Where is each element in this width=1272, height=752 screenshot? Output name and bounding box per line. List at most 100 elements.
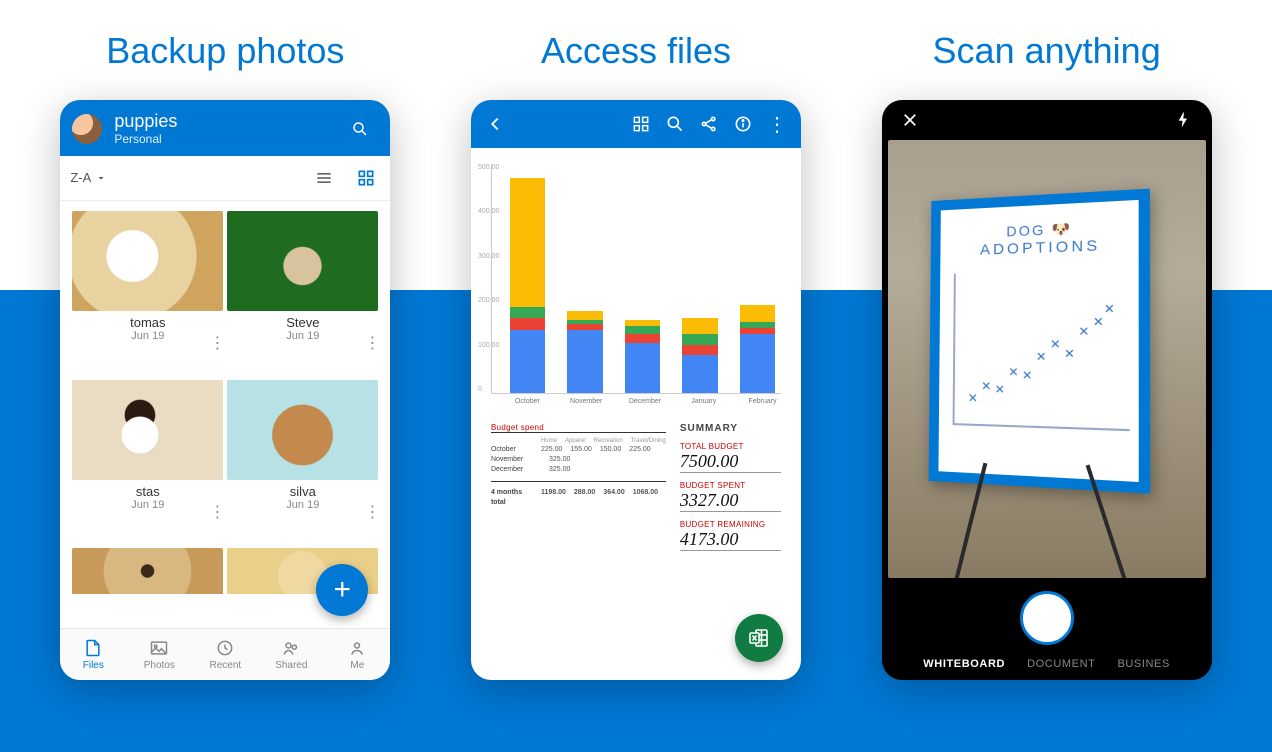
x-label: December [627, 398, 664, 405]
item-date: Jun 19 [72, 499, 223, 511]
chart-segment [625, 343, 660, 393]
close-icon[interactable] [896, 106, 924, 134]
more-icon[interactable]: ⋮ [209, 502, 225, 522]
photo-item[interactable]: stas Jun 19 ⋮ [72, 380, 223, 545]
bottom-nav: Files Photos Recent Shared Me [60, 628, 390, 680]
person-icon [347, 638, 367, 658]
sort-label: Z-A [70, 170, 91, 185]
chart-segment [510, 178, 545, 308]
list-toolbar: Z-A [60, 156, 390, 201]
tab-label: Me [350, 660, 364, 671]
flash-icon[interactable] [1170, 106, 1198, 134]
x-label: November [568, 398, 605, 405]
total-budget-label: TOTAL BUDGET [680, 442, 781, 451]
stacked-bar-chart: 500.00400.00300.00200.00100.000 [491, 164, 781, 394]
folder-title: puppies [114, 112, 177, 132]
more-icon[interactable]: ⋮ [364, 333, 380, 353]
summary-block: SUMMARY TOTAL BUDGET 7500.00 BUDGET SPEN… [680, 423, 781, 551]
summary-heading: SUMMARY [680, 423, 781, 434]
photo-item[interactable] [72, 548, 223, 628]
grid-icon[interactable] [627, 110, 655, 138]
chart-segment [510, 330, 545, 393]
budget-spent-value: 3327.00 [680, 490, 781, 512]
item-date: Jun 19 [227, 330, 378, 342]
more-icon[interactable]: ⋮ [763, 110, 791, 138]
photo-item[interactable]: silva Jun 19 ⋮ [227, 380, 378, 545]
share-icon[interactable] [695, 110, 723, 138]
item-date: Jun 19 [227, 499, 378, 511]
photo-item[interactable]: Steve Jun 19 ⋮ [227, 211, 378, 376]
mode-whiteboard[interactable]: WHITEBOARD [923, 658, 1005, 670]
list-view-icon[interactable] [310, 164, 338, 192]
avatar[interactable] [72, 114, 102, 144]
y-axis-ticks: 500.00400.00300.00200.00100.000 [478, 164, 490, 393]
paw-icon: 🐶 [1051, 220, 1072, 238]
info-icon[interactable] [729, 110, 757, 138]
chart-segment [682, 345, 717, 355]
chart-segment [682, 355, 717, 393]
shutter-button[interactable] [1020, 591, 1074, 645]
more-icon[interactable]: ⋮ [209, 333, 225, 353]
add-button[interactable]: + [316, 564, 368, 616]
tab-photos[interactable]: Photos [126, 629, 192, 680]
chart-segment [510, 318, 545, 331]
item-name: stas [72, 484, 223, 499]
mode-business[interactable]: BUSINES [1117, 658, 1170, 670]
chart-segment [682, 334, 717, 344]
tab-label: Shared [275, 660, 307, 671]
chart-segment [567, 330, 602, 393]
chart-segment [740, 305, 775, 322]
tab-label: Photos [144, 660, 175, 671]
app-header: puppies Personal [60, 100, 390, 156]
chart-bar [625, 320, 660, 393]
search-icon[interactable] [661, 110, 689, 138]
tab-recent[interactable]: Recent [192, 629, 258, 680]
chevron-down-icon [95, 172, 107, 184]
budget-remaining-value: 4173.00 [680, 529, 781, 551]
open-in-excel-button[interactable] [735, 614, 783, 662]
thumbnail [227, 211, 378, 311]
chart-bar [740, 305, 775, 393]
x-label: January [685, 398, 722, 405]
headline-access: Access files [541, 30, 731, 72]
shutter-row [882, 578, 1212, 658]
chart-bar [510, 178, 545, 393]
sort-toggle[interactable]: Z-A [70, 170, 107, 185]
thumbnail [227, 380, 378, 480]
thumbnail [72, 548, 223, 594]
chart-segment [625, 326, 660, 334]
table-header: Budget spend [491, 423, 666, 433]
camera-viewport[interactable]: DOG 🐶 ADOPTIONS ✕ ✕ ✕ ✕ ✕ ✕ ✕ ✕ ✕ ✕ [888, 140, 1206, 578]
headline-scan: Scan anything [933, 30, 1161, 72]
phone-access-files: ⋮ 500.00400.00300.00200.00100.000 Octobe… [471, 100, 801, 680]
budget-spent-label: BUDGET SPENT [680, 481, 781, 490]
back-icon[interactable] [481, 110, 509, 138]
grid-view-icon[interactable] [352, 164, 380, 192]
item-name: tomas [72, 315, 223, 330]
people-icon [281, 638, 301, 658]
phone-backup-photos: puppies Personal Z-A [60, 100, 390, 680]
document-preview[interactable]: 500.00400.00300.00200.00100.000 October N… [471, 148, 801, 680]
chart-segment [740, 334, 775, 393]
tab-me[interactable]: Me [324, 629, 390, 680]
photo-icon [149, 638, 169, 658]
chart-segment [567, 311, 602, 319]
file-icon [83, 638, 103, 658]
whiteboard-plot: ✕ ✕ ✕ ✕ ✕ ✕ ✕ ✕ ✕ ✕ ✕ [952, 269, 1129, 431]
more-icon[interactable]: ⋮ [364, 502, 380, 522]
thumbnail [72, 380, 223, 480]
x-axis-labels: OctoberNovemberDecemberJanuaryFebruary [491, 398, 781, 405]
tab-files[interactable]: Files [60, 629, 126, 680]
chart-segment [682, 318, 717, 335]
chart-segment [625, 334, 660, 342]
x-label: October [509, 398, 546, 405]
budget-remaining-label: BUDGET REMAINING [680, 520, 781, 529]
total-budget-value: 7500.00 [680, 451, 781, 473]
search-icon[interactable] [346, 115, 374, 143]
mode-document[interactable]: DOCUMENT [1027, 658, 1095, 670]
photo-item[interactable]: tomas Jun 19 ⋮ [72, 211, 223, 376]
tab-shared[interactable]: Shared [258, 629, 324, 680]
item-name: silva [227, 484, 378, 499]
item-name: Steve [227, 315, 378, 330]
chart-segment [510, 307, 545, 317]
